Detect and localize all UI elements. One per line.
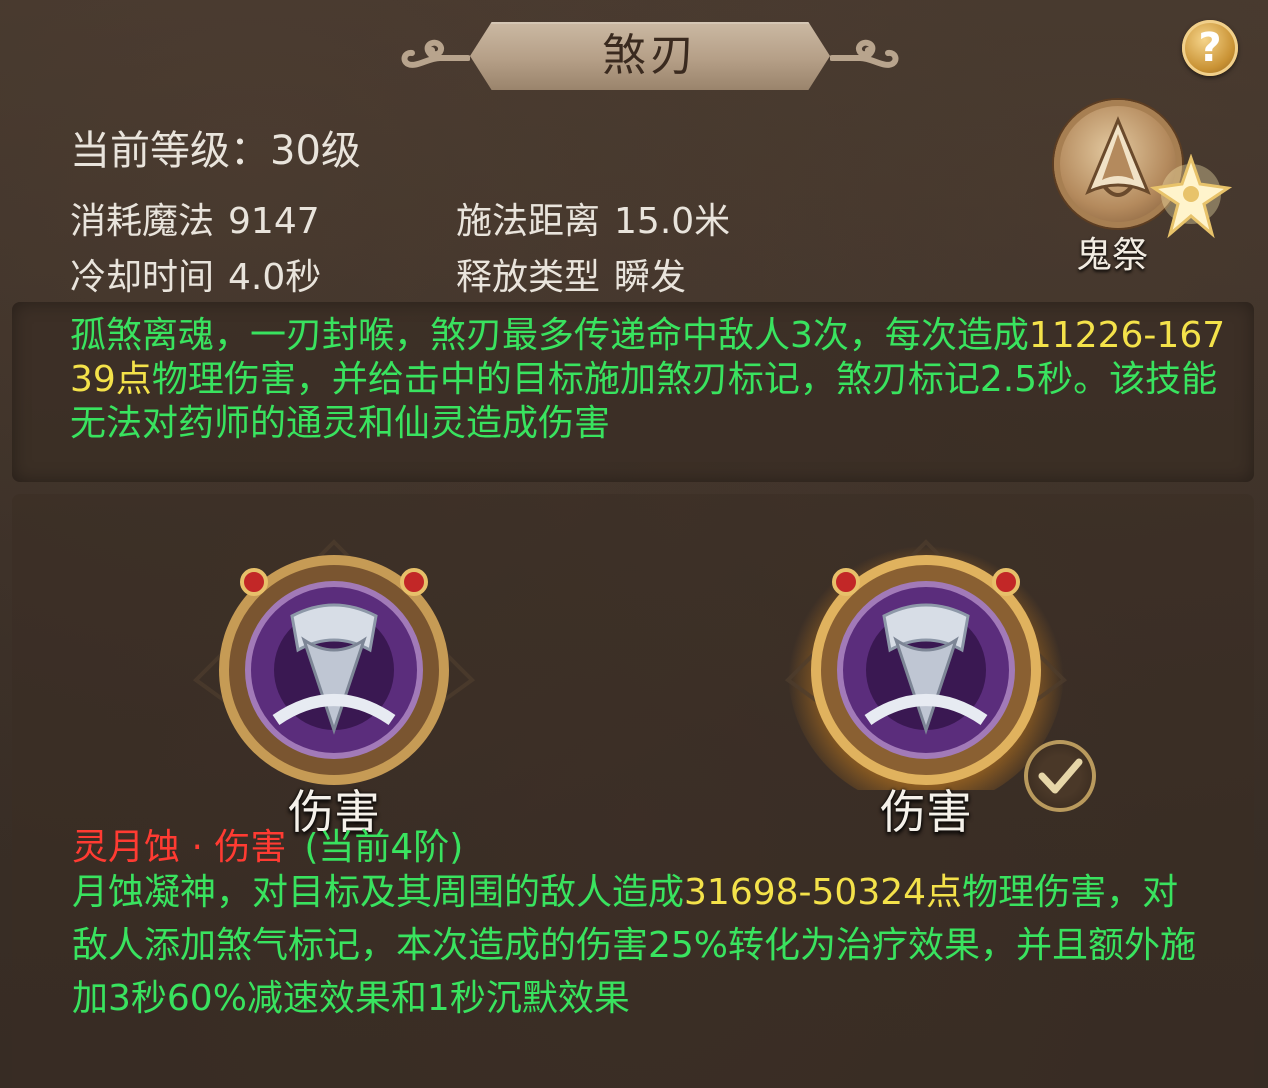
level-label: 当前等级： bbox=[70, 128, 270, 174]
description-text-start: 孤煞离魂，一刃封喉，煞刃最多传递命中敌人3次，每次造成 bbox=[70, 315, 1029, 356]
upgrade-name: 灵月蚀 · 伤害 bbox=[72, 827, 287, 868]
level-value: 30级 bbox=[270, 128, 361, 174]
blade-emblem-icon bbox=[192, 539, 476, 785]
cooldown-label: 冷却时间 bbox=[70, 257, 215, 298]
option-damage-1[interactable]: 伤害 bbox=[184, 530, 484, 839]
cast-label: 释放类型 bbox=[456, 257, 601, 298]
upgrade-damage-range: 31698-50324点 bbox=[684, 872, 963, 913]
upgrade-desc-start: 月蚀凝神，对目标及其周围的敌人造成 bbox=[72, 872, 685, 913]
skill-emblem[interactable]: 鬼祭 bbox=[1050, 96, 1240, 276]
upgrade-tier: (当前4阶) bbox=[304, 827, 464, 868]
upgrade-title: 灵月蚀 · 伤害 (当前4阶) bbox=[72, 818, 463, 870]
stat-cooldown: 冷却时间 4.0秒 bbox=[70, 248, 321, 300]
help-button[interactable]: ? bbox=[1182, 20, 1238, 76]
mana-value: 9147 bbox=[228, 201, 320, 242]
emblem-label: 鬼祭 bbox=[1076, 235, 1149, 276]
description-text-end: 物理伤害，并给击中的目标施加煞刃标记，煞刃标记2.5秒。该技能无法对药师的通灵和… bbox=[70, 359, 1218, 444]
cast-value: 瞬发 bbox=[614, 257, 687, 298]
skill-description: 孤煞离魂，一刃封喉，煞刃最多传递命中敌人3次，每次造成11226-16739点物… bbox=[70, 314, 1240, 446]
cooldown-value: 4.0秒 bbox=[228, 257, 322, 298]
upgrade-description: 月蚀凝神，对目标及其周围的敌人造成31698-50324点物理伤害，对敌人添加煞… bbox=[72, 866, 1212, 1025]
stat-mana-cost: 消耗魔法 9147 bbox=[70, 192, 320, 244]
title-banner: 煞刃 bbox=[400, 14, 900, 94]
range-label: 施法距离 bbox=[456, 201, 601, 242]
current-level: 当前等级：30级 bbox=[70, 118, 361, 176]
page-title: 煞刃 bbox=[602, 30, 698, 81]
stat-cast-type: 释放类型 瞬发 bbox=[456, 248, 686, 300]
cloud-scroll-left-icon bbox=[401, 39, 470, 68]
cloud-scroll-right-icon bbox=[830, 39, 899, 68]
radiant-star-icon bbox=[1149, 154, 1233, 239]
checkmark-icon bbox=[1024, 740, 1096, 812]
range-value: 15.0米 bbox=[614, 201, 731, 242]
mana-label: 消耗魔法 bbox=[70, 201, 215, 242]
stat-cast-range: 施法距离 15.0米 bbox=[456, 192, 730, 244]
option-damage-2-selected[interactable]: 伤害 bbox=[776, 530, 1096, 839]
